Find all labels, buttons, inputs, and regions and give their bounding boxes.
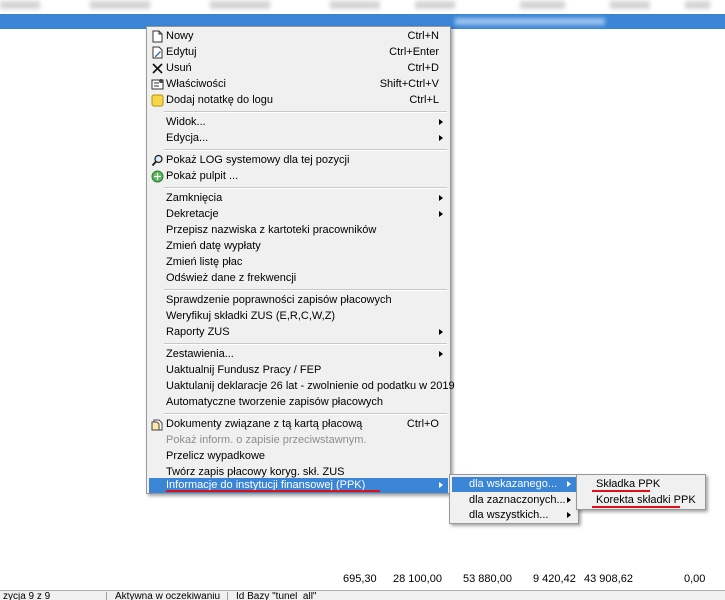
menu-item-shortcut: Ctrl+D: [407, 62, 439, 74]
menu-item-label: Raporty ZUS: [166, 326, 230, 338]
menu-separator: [164, 149, 447, 151]
menu-separator: [164, 111, 447, 113]
menu-item-label: Edycja...: [166, 132, 209, 144]
submenu-arrow-icon: [567, 497, 571, 503]
menu-separator: [164, 289, 447, 291]
menu-item-label: Pokaż inform. o zapisie przeciwstawnym.: [166, 434, 367, 446]
menu-item-auto-create-records[interactable]: Automatyczne tworzenie zapisów płacowych: [149, 395, 448, 410]
menu-item-rewrite-names[interactable]: Przepisz nazwiska z kartoteki pracownikó…: [149, 223, 448, 238]
submenu-item-all[interactable]: dla wszystkich...: [452, 508, 576, 523]
menu-item-label: Odśwież dane z frekwencji: [166, 272, 297, 284]
annotation-underline: [166, 490, 380, 492]
delete-x-icon: [151, 62, 164, 75]
menu-item-add-note[interactable]: Dodaj notatkę do logu Ctrl+L: [149, 93, 448, 108]
menu-item-label: Zestawienia...: [166, 348, 234, 360]
menu-separator: [164, 413, 447, 415]
annotation-underline: [592, 506, 680, 508]
menu-item-label: Usuń: [166, 62, 192, 74]
total-value: 695,30: [343, 573, 377, 585]
menu-item-validate-records[interactable]: Sprawdzenie poprawności zapisów płacowyc…: [149, 293, 448, 308]
menu-item-shortcut: Shift+Ctrl+V: [379, 78, 439, 90]
menu-item-label: Widok...: [166, 116, 206, 128]
menu-item-show-counter-record: Pokaż inform. o zapisie przeciwstawnym.: [149, 433, 448, 448]
total-value: 53 880,00: [463, 573, 512, 585]
menu-item-recalculate-accident[interactable]: Przelicz wypadkowe: [149, 449, 448, 464]
context-menu: Nowy Ctrl+N Edytuj Ctrl+Enter Usuń Ctrl+…: [146, 26, 455, 494]
submenu-item-marked[interactable]: dla zaznaczonych...: [452, 493, 576, 508]
menu-separator: [164, 187, 447, 189]
menu-item-change-payout-date[interactable]: Zmień datę wypłaty: [149, 239, 448, 254]
note-icon: [151, 94, 164, 107]
menu-item-update-labor-fund[interactable]: Uaktualnij Fundusz Pracy / FEP: [149, 363, 448, 378]
total-value: 43 908,62: [584, 573, 633, 585]
documents-icon: [151, 418, 164, 431]
menu-item-label: Uaktualnij Fundusz Pracy / FEP: [166, 364, 322, 376]
menu-item-shortcut: Ctrl+O: [406, 418, 439, 430]
menu-item-decrees[interactable]: Dekretacje: [149, 207, 448, 222]
menu-item-label: Pokaż LOG systemowy dla tej pozycji: [166, 154, 350, 166]
menu-item-view[interactable]: Widok...: [149, 115, 448, 130]
submenu-arrow-icon: [439, 135, 443, 141]
menu-item-shortcut: Ctrl+Enter: [389, 46, 439, 58]
submenu-arrow-icon: [439, 211, 443, 217]
menu-item-label: Sprawdzenie poprawności zapisów płacowyc…: [166, 294, 392, 306]
submenu-arrow-icon: [439, 119, 443, 125]
table-row[interactable]: [0, 0, 725, 14]
new-document-icon: [151, 30, 164, 43]
menu-item-label: Nowy: [166, 30, 194, 42]
edit-document-icon: [151, 46, 164, 59]
menu-item-shortcut: Ctrl+N: [407, 30, 439, 42]
menu-item-show-desktop[interactable]: Pokaż pulpit ...: [149, 169, 448, 184]
total-value: 9 420,42: [533, 573, 576, 585]
submenu-arrow-icon: [439, 329, 443, 335]
submenu-arrow-icon: [439, 195, 443, 201]
menu-item-label: Zmień datę wypłaty: [166, 240, 261, 252]
menu-item-closures[interactable]: Zamknięcia: [149, 191, 448, 206]
magnifier-icon: [151, 154, 164, 167]
menu-item-change-payroll[interactable]: Zmień listę płac: [149, 255, 448, 270]
total-value: 28 100,00: [393, 573, 442, 585]
menu-item-related-documents[interactable]: Dokumenty związane z tą kartą płacową Ct…: [149, 417, 448, 432]
menu-item-label: Dokumenty związane z tą kartą płacową: [166, 418, 363, 430]
submenu-arrow-icon: [439, 482, 443, 488]
desktop-icon: [151, 170, 164, 183]
menu-item-shortcut: Ctrl+L: [409, 94, 439, 106]
menu-item-zus-reports[interactable]: Raporty ZUS: [149, 325, 448, 340]
menu-item-label: Dekretacje: [166, 208, 219, 220]
total-value: 0,00: [684, 573, 706, 585]
menu-item-label: Przelicz wypadkowe: [166, 450, 266, 462]
menu-item-edition[interactable]: Edycja...: [149, 131, 448, 146]
menu-item-label: Automatyczne tworzenie zapisów płacowych: [166, 396, 384, 408]
menu-item-properties[interactable]: Właściwości Shift+Ctrl+V: [149, 77, 448, 92]
menu-item-update-declarations[interactable]: Uaktulanij deklaracje 26 lat - zwolnieni…: [149, 379, 455, 394]
menu-separator: [164, 343, 447, 345]
menu-item-label: Zmień listę płac: [166, 256, 243, 268]
annotation-underline: [592, 490, 650, 492]
menu-item-label: dla zaznaczonych...: [469, 494, 566, 506]
menu-item-label: Uaktulanij deklaracje 26 lat - zwolnieni…: [166, 380, 455, 392]
menu-item-edit[interactable]: Edytuj Ctrl+Enter: [149, 45, 448, 60]
menu-item-new[interactable]: Nowy Ctrl+N: [149, 29, 448, 44]
menu-item-delete[interactable]: Usuń Ctrl+D: [149, 61, 448, 76]
menu-item-label: Dodaj notatkę do logu: [166, 94, 274, 106]
menu-item-label: Przepisz nazwiska z kartoteki pracownikó…: [166, 224, 377, 236]
submenu-arrow-icon: [567, 512, 571, 518]
submenu-arrow-icon: [439, 351, 443, 357]
contribution-submenu: Składka PPK Korekta składki PPK: [576, 474, 706, 510]
menu-item-label: dla wszystkich...: [469, 509, 549, 521]
menu-item-label: dla wskazanego...: [469, 478, 558, 490]
menu-item-label: Pokaż pulpit ...: [166, 170, 239, 182]
properties-icon: [151, 78, 164, 91]
menu-item-summaries[interactable]: Zestawienia...: [149, 347, 448, 362]
submenu-arrow-icon: [567, 481, 571, 487]
menu-item-verify-zus[interactable]: Weryfikuj składki ZUS (E,R,C,W,Z): [149, 309, 448, 324]
menu-item-label: Edytuj: [166, 46, 197, 58]
menu-item-label: Weryfikuj składki ZUS (E,R,C,W,Z): [166, 310, 336, 322]
menu-item-label: Zamknięcia: [166, 192, 223, 204]
ppk-submenu: dla wskazanego... dla zaznaczonych... dl…: [449, 474, 579, 524]
menu-item-label: Właściwości: [166, 78, 226, 90]
menu-item-refresh-attendance[interactable]: Odśwież dane z frekwencji: [149, 271, 448, 286]
menu-item-show-log[interactable]: Pokaż LOG systemowy dla tej pozycji: [149, 153, 448, 168]
submenu-item-selected-one[interactable]: dla wskazanego...: [452, 477, 576, 492]
